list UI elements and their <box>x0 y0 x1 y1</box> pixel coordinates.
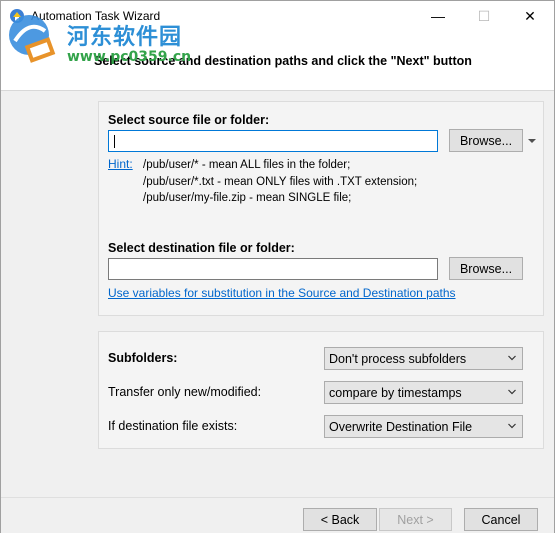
minimize-button[interactable]: — <box>415 1 461 31</box>
transfer-value: compare by timestamps <box>329 386 462 400</box>
destination-browse-button[interactable]: Browse... <box>449 257 523 280</box>
minimize-icon: — <box>431 8 445 24</box>
close-icon: ✕ <box>524 7 536 24</box>
close-button[interactable]: ✕ <box>507 1 553 31</box>
wizard-app-icon <box>10 9 24 23</box>
hint-line: /pub/user/*.txt - mean ONLY files with .… <box>143 175 418 188</box>
exists-dropdown[interactable]: Overwrite Destination File <box>324 415 523 438</box>
wizard-window: Automation Task Wizard — ☐ ✕ Select sour… <box>0 0 555 533</box>
source-path-input[interactable] <box>108 130 438 152</box>
transfer-dropdown[interactable]: compare by timestamps <box>324 381 523 404</box>
chevron-down-icon <box>508 355 516 361</box>
destination-label: Select destination file or folder: <box>108 241 295 255</box>
subfolders-value: Don't process subfolders <box>329 352 467 366</box>
source-label: Select source file or folder: <box>108 113 270 127</box>
cancel-button[interactable]: Cancel <box>464 508 538 531</box>
chevron-down-icon <box>508 423 516 429</box>
transfer-label: Transfer only new/modified: <box>108 385 262 399</box>
maximize-button[interactable]: ☐ <box>461 1 507 31</box>
hint-line: /pub/user/* - mean ALL files in the fold… <box>143 159 351 171</box>
maximize-icon: ☐ <box>477 7 491 24</box>
title-bar[interactable]: Automation Task Wizard — ☐ ✕ <box>1 1 554 32</box>
hint-link[interactable]: Hint: <box>108 157 133 171</box>
exists-label: If destination file exists: <box>108 419 238 433</box>
exists-value: Overwrite Destination File <box>329 420 473 434</box>
hint-line: /pub/user/my-file.zip - mean SINGLE file… <box>143 192 352 204</box>
wizard-header: Select source and destination paths and … <box>1 32 554 91</box>
subfolders-dropdown[interactable]: Don't process subfolders <box>324 347 523 370</box>
caret-down-icon[interactable] <box>528 139 536 143</box>
back-button[interactable]: < Back <box>303 508 377 531</box>
subfolders-label: Subfolders: <box>108 351 178 365</box>
window-title: Automation Task Wizard <box>31 9 161 23</box>
hint-text: /pub/user/* - mean ALL files in the fold… <box>143 157 417 207</box>
variables-link[interactable]: Use variables for substitution in the So… <box>108 286 456 300</box>
source-browse-button[interactable]: Browse... <box>449 129 523 152</box>
header-instruction: Select source and destination paths and … <box>94 54 472 68</box>
next-button[interactable]: Next > <box>379 508 452 531</box>
destination-path-input[interactable] <box>108 258 438 280</box>
text-caret <box>114 135 115 148</box>
chevron-down-icon <box>508 389 516 395</box>
